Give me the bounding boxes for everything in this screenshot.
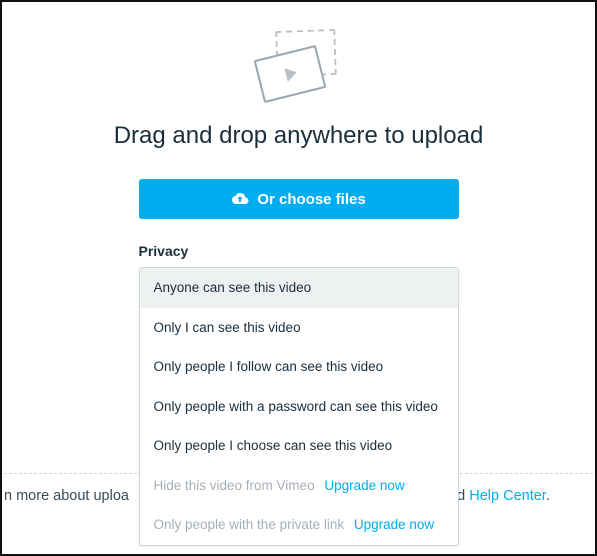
footer-period: . <box>546 488 550 504</box>
privacy-option-only-me[interactable]: Only I can see this video <box>140 308 458 348</box>
privacy-option-choose[interactable]: Only people I choose can see this video <box>140 426 458 466</box>
upload-headline: Drag and drop anywhere to upload <box>109 120 489 151</box>
choose-files-button[interactable]: Or choose files <box>139 179 459 219</box>
upgrade-link[interactable]: Upgrade now <box>324 478 404 493</box>
privacy-label: Privacy <box>139 243 459 259</box>
privacy-option-hide: Hide this video from Vimeo Upgrade now <box>140 466 458 506</box>
upload-panel: Drag and drop anywhere to upload Or choo… <box>2 2 595 259</box>
privacy-option-anyone[interactable]: Anyone can see this video <box>140 268 458 308</box>
upload-illustration <box>254 30 344 102</box>
privacy-dropdown[interactable]: Anyone can see this video Only I can see… <box>139 267 459 546</box>
privacy-option-followed[interactable]: Only people I follow can see this video <box>140 347 458 387</box>
help-center-link[interactable]: Help Center <box>469 488 546 504</box>
play-icon <box>284 66 298 82</box>
choose-files-label: Or choose files <box>257 191 365 208</box>
upgrade-link[interactable]: Upgrade now <box>354 517 434 532</box>
privacy-option-password[interactable]: Only people with a password can see this… <box>140 387 458 427</box>
footer-text-left: n more about uploa <box>4 488 129 504</box>
privacy-option-private-link: Only people with the private link Upgrad… <box>140 505 458 545</box>
privacy-section: Privacy Anyone can see this video Only I… <box>139 243 459 259</box>
cloud-upload-icon <box>231 192 249 206</box>
